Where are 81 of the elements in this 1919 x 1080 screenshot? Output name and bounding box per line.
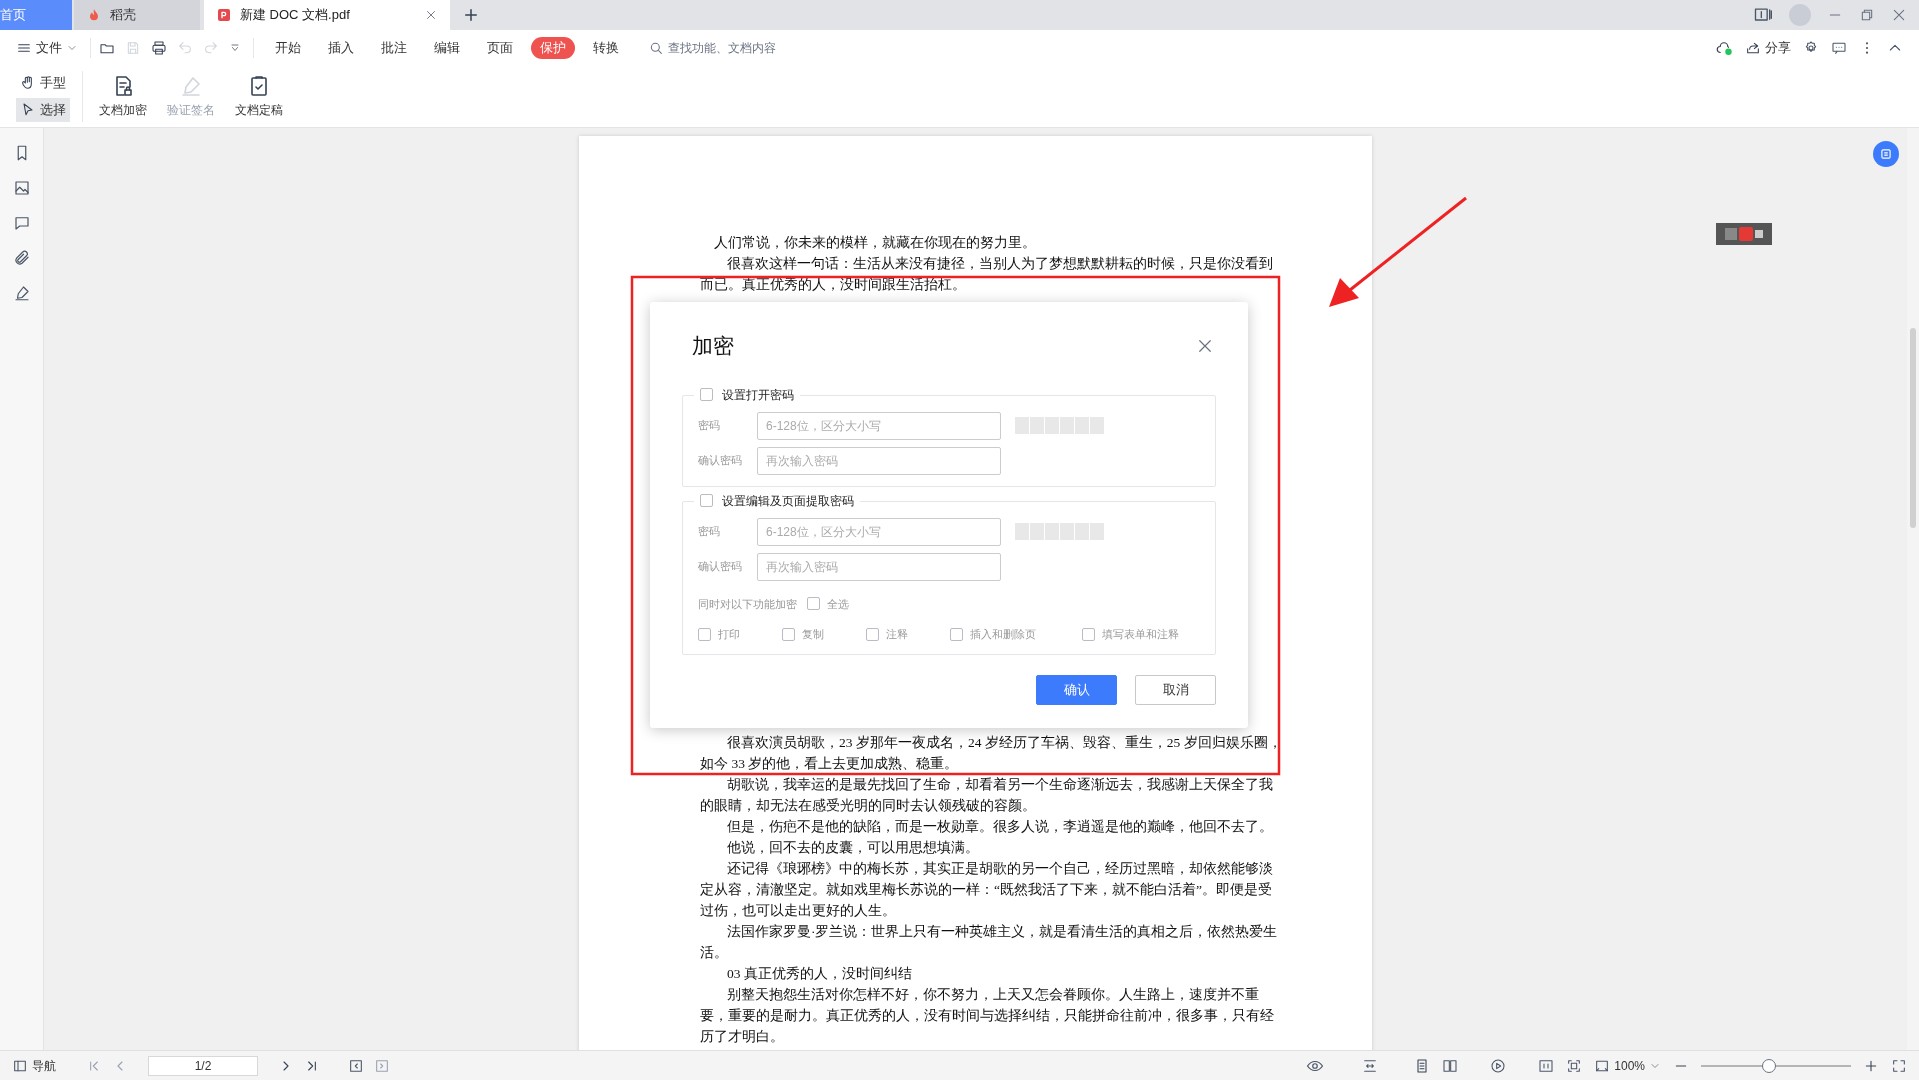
paragraph: 但是，伤疤不是他的缺陷，而是一枚勋章。很多人说，李逍遥是他的巅峰，他回不去了。 [726,818,1274,836]
checkbox[interactable] [866,627,879,641]
print-icon[interactable] [151,39,167,56]
pen-icon[interactable] [12,284,31,302]
close-icon[interactable] [424,8,438,22]
checkbox[interactable] [698,627,711,641]
scrollbar[interactable] [1907,128,1919,1050]
field-label: 确认密码 [698,559,743,575]
password-field[interactable]: 6-128位，区分大小写 [757,517,1001,546]
field-label: 密码 [698,524,721,540]
paragraph: 别整天抱怨生活对你怎样不好，你不努力，上天又怎会眷顾你。人生路上，速度并不重要，重要的是耐力。真正优秀的人，没有时间与选择纠结，只能拼命往前冲，很多事，只有经历了才明白。 [700,986,1275,1046]
password-field[interactable]: 再次输入密码 [757,446,1001,475]
play-icon[interactable] [1490,1057,1507,1074]
option-label: 同时对以下功能加密 [698,596,797,612]
checkbox[interactable] [700,494,713,507]
paragraph: 他说，回不去的皮囊，可以用思想填满。 [726,839,980,857]
tool-button[interactable]: 手型 [16,70,70,95]
fit-page-icon[interactable] [1566,1057,1583,1074]
forward-icon[interactable] [374,1057,390,1074]
page-width-icon[interactable] [1362,1057,1379,1074]
field-label: 确认密码 [698,453,743,469]
file-menu[interactable]: 文件 [12,34,82,61]
paragraph: 还记得《琅琊榜》中的梅长苏，其实正是胡歌的另一个自己，经历过黑暗，却依然能够淡定从容，清澈坚定。就如戏里梅长苏说的一样：“既然我活了下来，就不能白活着”。即便是受过伤，也可以走出更好的人生。 [700,860,1274,920]
back-icon[interactable] [348,1057,364,1074]
navigation-button[interactable]: 导航 [12,1056,56,1075]
field-label: 密码 [698,418,721,434]
fullscreen-icon[interactable] [1891,1057,1907,1074]
floating-button[interactable] [1873,141,1899,167]
menu-tab[interactable]: 页面 [478,36,522,59]
ribbon-button[interactable]: 文档加密 [95,73,151,119]
input-method-widget[interactable] [1716,223,1772,245]
share-button[interactable]: 分享 [1745,37,1791,58]
option-label: 复制 [802,627,824,642]
image-icon[interactable] [12,179,31,197]
search-field[interactable]: 查找功能、文档内容 [648,38,808,57]
paperclip-icon[interactable] [12,249,31,267]
option-label: 插入和删除页 [970,627,1036,642]
paragraph: 胡歌说，我幸运的是最先找回了生命，却看着另一个生命逐渐远去，我感谢上天保全了我的眼睛，却无法在感受光明的同时去认领残破的容颜。 [700,776,1274,815]
tab[interactable]: 稻壳 [74,0,200,30]
cancel-button[interactable]: 取消 [1135,674,1216,705]
tool-button[interactable]: 选择 [16,97,70,122]
password-field[interactable]: 再次输入密码 [757,552,1001,581]
slider-thumb[interactable] [1761,1058,1776,1073]
paragraph: 法国作家罗曼·罗兰说：世界上只有一种英雄主义，就是看清生活的真相之后，依然热爱生活。 [700,923,1279,962]
password-field[interactable]: 6-128位，区分大小写 [757,411,1001,440]
pdf-file-icon [216,7,232,23]
menu-tab[interactable]: 开始 [266,36,310,59]
ribbon-button[interactable]: 文档定稿 [231,73,287,119]
paragraph: 03 真正优秀的人，没时间纠结 [726,965,913,983]
paragraph: 很喜欢这样一句话：生活从来没有捷径，当别人为了梦想默默耕耘的时候，只是你没看到而已。真正优秀的人，没时间跟生活抬杠。 [700,255,1274,294]
menu-tab[interactable]: 转换 [584,36,628,59]
two-page-icon[interactable] [1442,1057,1459,1074]
confirm-button[interactable]: 确认 [1036,674,1117,705]
checkbox[interactable] [1082,627,1095,641]
zoom-dropdown[interactable]: 100% [1594,1056,1661,1075]
paragraph: 很喜欢演员胡歌，23 岁那年一夜成名，24 岁经历了车祸、毁容、重生，25 岁回归娱乐圈，如今 33 岁的他，看上去更加成熟、稳重。 [700,734,1282,773]
zoom-slider[interactable] [1701,1058,1851,1073]
menu-tab[interactable]: 编辑 [425,36,469,59]
tab[interactable]: 新建 DOC 文档.pdf [204,0,450,30]
menu-tab[interactable]: 批注 [372,36,416,59]
menu-tab[interactable]: 插入 [319,36,363,59]
paragraph: 人们常说，你未来的模样，就藏在你现在的努力里。 [712,234,1037,252]
restore-icon[interactable] [1859,7,1875,23]
section-label: 设置打开密码 [722,386,794,404]
option-label: 填写表单和注释 [1102,627,1179,642]
section-label: 设置编辑及页面提取密码 [722,492,854,510]
checkbox[interactable] [950,627,963,641]
dropdown-icon[interactable] [229,41,241,54]
option-label: 注释 [886,627,908,642]
option-label: 打印 [718,627,740,642]
document-icon [1879,147,1893,161]
checkbox[interactable] [782,627,795,641]
checkbox[interactable] [807,597,820,611]
checkbox[interactable] [700,388,713,401]
plus-icon[interactable] [462,6,480,24]
close-icon[interactable] [1891,7,1907,23]
option-label: 全选 [827,596,849,612]
page-number-field[interactable]: 1/2 [148,1055,258,1076]
actual-size-icon[interactable] [1538,1057,1555,1074]
dialog-title: 加密 [692,333,734,359]
comment-icon[interactable] [12,214,31,232]
